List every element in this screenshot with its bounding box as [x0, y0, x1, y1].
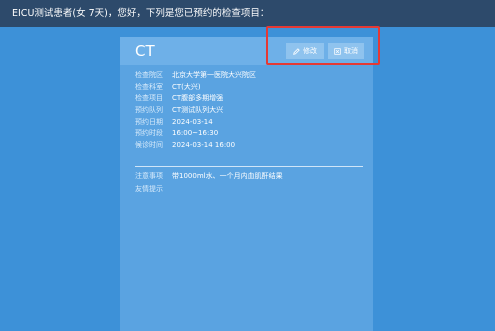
info-label: 检查项目: [135, 94, 163, 103]
notes-list: 注意事项 带1000ml水、一个月内血肌酐结果 友情提示: [135, 170, 365, 195]
edit-button-label: 修改: [303, 47, 317, 55]
divider: [135, 166, 363, 167]
info-label: 预约队列: [135, 105, 163, 114]
info-label: 预约日期: [135, 117, 163, 126]
info-value: 16:00~16:30: [172, 129, 219, 138]
info-value: CT腹部多期增强: [172, 94, 224, 103]
info-row-waiting-time: 候诊时间 2024-03-14 16:00: [135, 139, 365, 151]
info-label: 检查科室: [135, 82, 163, 91]
info-label: 检查院区: [135, 70, 163, 79]
cancel-button-label: 取消: [344, 47, 358, 55]
info-row-exam-item: 检查项目 CT腹部多期增强: [135, 92, 365, 104]
card-title: CT: [135, 42, 155, 60]
info-value: 北京大学第一医院大兴院区: [172, 70, 256, 79]
info-value: CT测试队列大兴: [172, 105, 224, 114]
info-label: 预约时段: [135, 129, 163, 138]
info-value: CT(大兴): [172, 82, 201, 91]
edit-button[interactable]: 修改: [286, 43, 324, 59]
info-row-department: 检查科室 CT(大兴): [135, 81, 365, 93]
notes-row-precautions: 注意事项 带1000ml水、一个月内血肌酐结果: [135, 170, 365, 183]
notes-label: 注意事项: [135, 172, 163, 181]
notes-label: 友情提示: [135, 184, 163, 193]
info-row-campus: 检查院区 北京大学第一医院大兴院区: [135, 69, 365, 81]
pencil-icon: [293, 47, 300, 55]
info-value: 2024-03-14 16:00: [172, 140, 236, 149]
info-value: 2024-03-14: [172, 117, 213, 126]
exam-info-list: 检查院区 北京大学第一医院大兴院区 检查科室 CT(大兴) 检查项目 CT腹部多…: [135, 69, 365, 151]
info-row-time-slot: 预约时段 16:00~16:30: [135, 127, 365, 139]
card-header: CT 修改 取消: [120, 37, 373, 65]
cancel-button[interactable]: 取消: [328, 43, 364, 59]
notes-row-tips: 友情提示: [135, 183, 365, 196]
cancel-icon: [334, 47, 341, 55]
info-label: 候诊时间: [135, 140, 163, 149]
exam-card: CT 修改 取消 检查院区 北京大学第一医院大兴院区 检查科室 CT(大兴) 检…: [120, 37, 373, 331]
greeting-text: EICU测试患者(女 7天)，您好，下列是您已预约的检查项目：: [12, 8, 270, 19]
top-bar: EICU测试患者(女 7天)，您好，下列是您已预约的检查项目：: [0, 0, 495, 27]
info-row-queue: 预约队列 CT测试队列大兴: [135, 104, 365, 116]
notes-value: 带1000ml水、一个月内血肌酐结果: [172, 172, 283, 181]
info-row-date: 预约日期 2024-03-14: [135, 116, 365, 128]
